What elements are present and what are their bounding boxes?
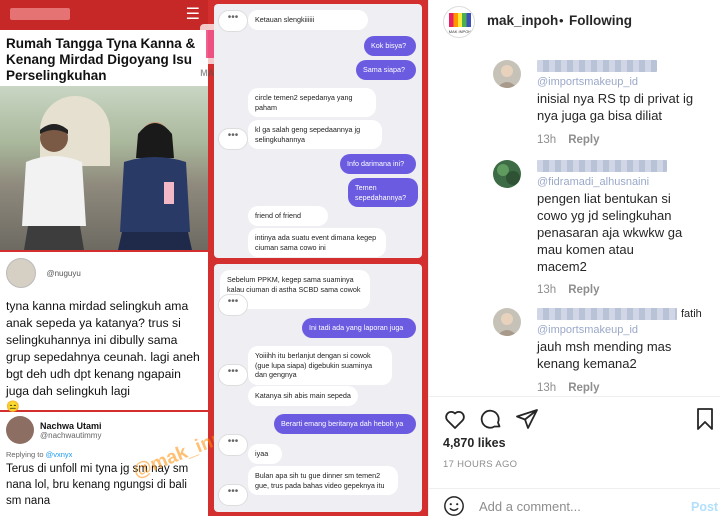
comment-meta: 13h Reply	[537, 284, 600, 296]
chat-message: Berarti emang beritanya dah heboh ya	[274, 414, 416, 434]
comment-time: 13h	[537, 382, 557, 394]
reply-button[interactable]: Reply	[568, 284, 599, 296]
post-actions-bar	[429, 396, 720, 436]
post-timestamp[interactable]: 17 HOURS AGO	[443, 459, 517, 470]
commenter-name-tail[interactable]: fatih	[681, 308, 702, 320]
chat-screenshot-1: ••• Ketauan slengkiiiiii Kok bisya? Sama…	[214, 4, 422, 258]
person-photo-woman	[118, 122, 192, 250]
reply-button[interactable]: Reply	[568, 382, 599, 394]
comment-text: pengen liat bentukan si cowo yg jd selin…	[537, 191, 683, 274]
post-header: MAK INPOH mak_inpoh • Following	[429, 0, 720, 44]
commenter-avatar[interactable]	[493, 308, 521, 336]
chat-message: Yoiiihh itu berlanjut dengan si cowok (g…	[248, 346, 392, 385]
share-icon[interactable]	[515, 407, 539, 431]
chat-message: Info darimana ini?	[340, 154, 416, 174]
reply-to-handle: @vxnyx	[45, 450, 73, 459]
comment-mention[interactable]: @importsmakeup_id	[537, 324, 638, 336]
comment-mention[interactable]: @importsmakeup_id	[537, 76, 638, 88]
tweet-handle: @nachwautimmy	[40, 430, 102, 440]
comment-text: inisial nya RS tp di privat ig nya juga …	[537, 91, 694, 123]
chat-message: Sama siapa?	[356, 60, 416, 80]
chat-screenshot-2: Sebelum PPKM, kegep sama suaminya kalau …	[214, 264, 422, 512]
commenter-avatar[interactable]	[493, 60, 521, 88]
tweet-handle: @nuguyu	[46, 268, 81, 278]
bookmark-icon[interactable]	[693, 407, 717, 431]
typing-indicator-icon: •••	[218, 294, 248, 316]
tweet-card-nuguyu: @nuguyu tyna kanna mirdad selingkuh ama …	[0, 252, 208, 413]
commenter-username-blurred[interactable]	[537, 60, 657, 72]
post-image[interactable]: ☰ Rumah Tangga Tyna Kanna & Kenang Mirda…	[0, 0, 428, 516]
person-photo-man	[22, 124, 86, 250]
reply-button[interactable]: Reply	[568, 134, 599, 146]
avatar[interactable]: MAK INPOH	[443, 6, 475, 38]
post-button[interactable]: Post	[691, 500, 718, 514]
comment-item: @fidramadi_alhusnaini pengen liat bentuk…	[429, 156, 720, 296]
following-button[interactable]: Following	[569, 13, 632, 28]
news-header-bar: ☰	[0, 0, 208, 30]
commenter-username-blurred[interactable]	[537, 308, 677, 320]
comment-meta: 13h Reply	[537, 382, 600, 394]
typing-indicator-icon: •••	[218, 10, 248, 32]
screen: ☰ Rumah Tangga Tyna Kanna & Kenang Mirda…	[0, 0, 720, 516]
chat-message: friend of friend	[248, 206, 328, 226]
chat-message: iyaa	[248, 444, 282, 464]
likes-count[interactable]: 4,870 likes	[443, 436, 506, 450]
add-comment-bar: Post	[429, 488, 720, 516]
comment-mention[interactable]: @fidramadi_alhusnaini	[537, 176, 649, 188]
comment-item: fatih @importsmakeup_id jauh msh mending…	[429, 306, 720, 394]
tweet-author-name: Nachwa Utami	[40, 420, 102, 431]
comment-meta: 13h Reply	[537, 134, 600, 146]
comment-text: jauh msh mending mas kenang kemana2	[537, 339, 672, 371]
chat-message: Temen sepedahannya?	[348, 178, 418, 207]
avatar-caption: MAK INPOH	[448, 29, 472, 34]
chat-message: intinya ada suatu event dimana kegep ciu…	[248, 228, 386, 257]
comment-item: @importsmakeup_id inisial nya RS tp di p…	[429, 56, 720, 148]
chat-message: Ini tadi ada yang laporan juga	[302, 318, 416, 338]
username-link[interactable]: mak_inpoh	[487, 13, 558, 28]
commenter-avatar[interactable]	[493, 160, 521, 188]
typing-indicator-icon: •••	[218, 128, 248, 150]
news-photo	[0, 86, 208, 250]
news-title: Rumah Tangga Tyna Kanna & Kenang Mirdad …	[6, 36, 196, 83]
comment-time: 13h	[537, 284, 557, 296]
avatar	[6, 258, 36, 288]
commenter-username-blurred[interactable]	[537, 160, 667, 172]
comment-time: 13h	[537, 134, 557, 146]
heart-icon[interactable]	[443, 407, 467, 431]
chat-message: kl ga salah geng sepedaannya jg selingku…	[248, 120, 382, 149]
typing-indicator-icon: •••	[218, 434, 248, 456]
reply-prefix: Replying to	[6, 450, 44, 459]
avatar-logo	[449, 13, 471, 27]
news-screenshot: ☰ Rumah Tangga Tyna Kanna & Kenang Mirda…	[0, 0, 208, 250]
separator-dot: •	[559, 13, 564, 28]
chat-message: Katanya sih abis main sepeda	[248, 386, 358, 406]
typing-indicator-icon: •••	[218, 484, 248, 506]
instagram-comments-panel: MAK INPOH mak_inpoh • Following @imports…	[428, 0, 720, 516]
chat-message: Bulan apa sih tu gue dinner sm temen2 gu…	[248, 466, 398, 495]
news-site-logo-blurred	[10, 8, 70, 20]
avatar	[6, 416, 34, 444]
comment-icon[interactable]	[479, 407, 503, 431]
typing-indicator-icon: •••	[218, 364, 248, 386]
comment-input[interactable]	[479, 497, 679, 515]
chat-message: Ketauan slengkiiiiii	[248, 10, 368, 30]
tweet-text: tyna kanna mirdad selingkuh ama anak sep…	[6, 299, 200, 398]
chat-message: Kok bisya?	[364, 36, 416, 56]
emoji-icon[interactable]	[443, 495, 465, 516]
chat-message: circle temen2 sepedanya yang paham	[248, 88, 376, 117]
